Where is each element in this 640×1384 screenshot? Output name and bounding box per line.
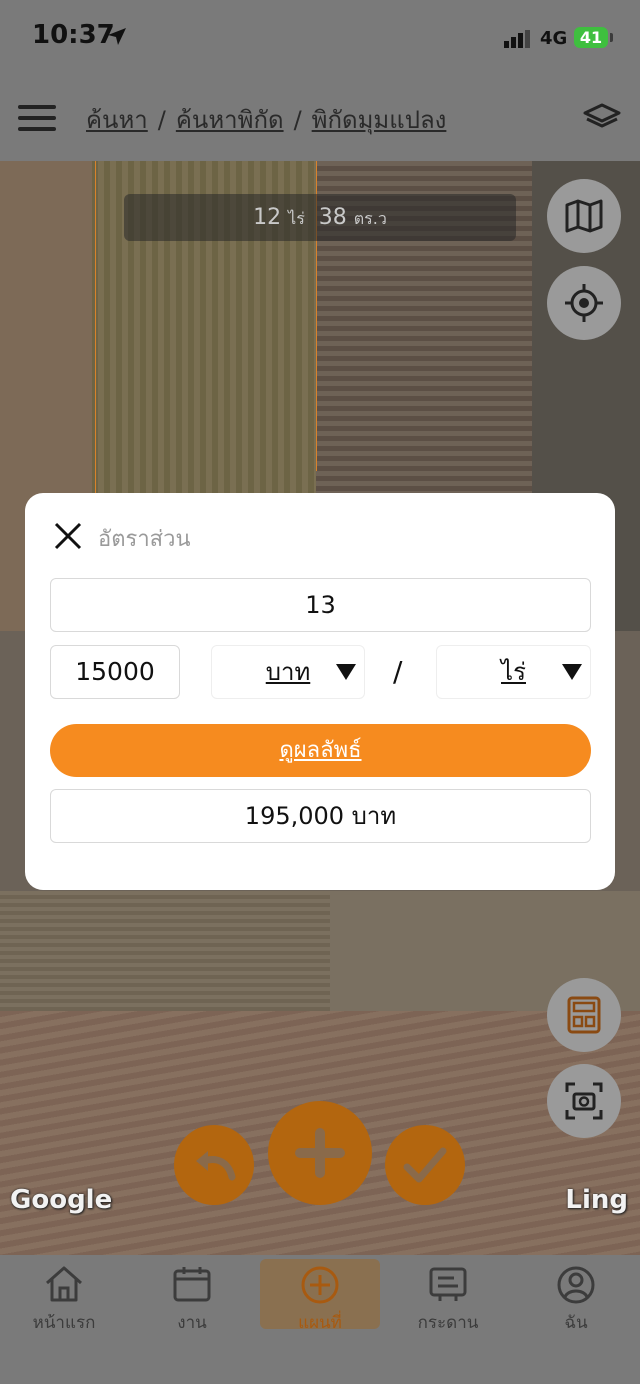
battery-indicator: 41	[574, 27, 608, 48]
network-type: 4G	[540, 28, 568, 49]
area-unit-value: ไร่	[501, 658, 526, 686]
calculator-icon	[567, 996, 601, 1034]
price-field[interactable]: 15000	[50, 645, 180, 699]
result-field: 195,000 บาท	[50, 789, 591, 843]
area-badge: 12 ไร่ 38 ตร.ว	[124, 194, 516, 241]
breadcrumb-separator: /	[157, 106, 166, 134]
map-field	[0, 891, 330, 1011]
dialog-title: อัตราส่วน	[98, 527, 191, 552]
check-icon	[403, 1147, 447, 1183]
area-wa-value: 38	[318, 205, 347, 230]
my-location-button[interactable]	[547, 266, 621, 340]
dropdown-arrow-icon	[562, 664, 582, 680]
nav-label: ฉัน	[564, 1313, 588, 1333]
home-icon	[46, 1266, 82, 1302]
nav-item-home[interactable]: หน้าแรก	[0, 1255, 128, 1345]
map-attribution: Ling	[565, 1185, 628, 1215]
crosshair-icon	[565, 284, 603, 322]
camera-frame-icon	[565, 1082, 603, 1120]
nav-item-tasks[interactable]: งาน	[128, 1255, 256, 1345]
status-time: 10:37	[32, 20, 115, 50]
status-bar: 10:37 4G 41	[0, 0, 640, 78]
quantity-field[interactable]: 13	[50, 578, 591, 632]
breadcrumb-coordinate-search[interactable]: ค้นหาพิกัด	[176, 106, 284, 134]
map-icon	[565, 199, 603, 233]
nav-label: แผนที่	[298, 1313, 342, 1333]
area-unit-select[interactable]: ไร่	[436, 645, 591, 699]
close-icon[interactable]	[53, 521, 83, 551]
currency-unit-value: บาท	[265, 658, 311, 686]
user-icon	[557, 1266, 595, 1304]
currency-unit-select[interactable]: บาท	[211, 645, 365, 699]
plot-boundary-line	[95, 161, 96, 501]
breadcrumb: ค้นหา / ค้นหาพิกัด / พิกัดมุมแปลง	[86, 100, 446, 139]
confirm-button[interactable]	[385, 1125, 465, 1205]
dropdown-arrow-icon	[336, 664, 356, 680]
location-arrow-icon	[108, 28, 126, 45]
nav-label: งาน	[177, 1313, 207, 1333]
view-result-button[interactable]: ดูผลลัพธ์	[50, 724, 591, 777]
signal-icon	[504, 30, 530, 48]
breadcrumb-separator: /	[293, 106, 302, 134]
area-rai-value: 12	[253, 205, 282, 230]
map-type-button[interactable]	[547, 179, 621, 253]
undo-icon	[196, 1151, 236, 1181]
google-attribution: Google	[10, 1185, 113, 1215]
calculator-button[interactable]	[547, 978, 621, 1052]
layers-icon[interactable]	[582, 102, 622, 132]
add-point-button[interactable]	[268, 1101, 372, 1205]
calendar-icon	[173, 1267, 211, 1302]
breadcrumb-search[interactable]: ค้นหา	[86, 106, 148, 134]
battery-cap	[610, 33, 613, 42]
nav-item-map[interactable]: แผนที่	[260, 1259, 380, 1333]
hamburger-menu-icon[interactable]	[18, 105, 56, 131]
nav-label: หน้าแรก	[32, 1313, 96, 1333]
board-icon	[429, 1267, 467, 1301]
per-separator: /	[393, 655, 403, 688]
plus-icon	[295, 1128, 345, 1178]
nav-item-board[interactable]: กระดาน	[384, 1255, 512, 1345]
undo-button[interactable]	[174, 1125, 254, 1205]
breadcrumb-plot-corners[interactable]: พิกัดมุมแปลง	[312, 106, 447, 134]
nav-item-profile[interactable]: ฉัน	[512, 1255, 640, 1345]
ratio-dialog: อัตราส่วน 13 15000 บาท / ไร่ ดูผลลัพธ์ 1…	[25, 493, 615, 890]
area-rai-unit: ไร่	[288, 209, 305, 228]
app-header: ค้นหา / ค้นหาพิกัด / พิกัดมุมแปลง	[0, 78, 640, 161]
plus-circle-icon	[301, 1266, 339, 1304]
area-wa-unit: ตร.ว	[353, 209, 387, 228]
screenshot-button[interactable]	[547, 1064, 621, 1138]
bottom-navigation: หน้าแรก งาน แผนที่ กระดาน ฉัน	[0, 1255, 640, 1384]
nav-label: กระดาน	[417, 1313, 479, 1333]
